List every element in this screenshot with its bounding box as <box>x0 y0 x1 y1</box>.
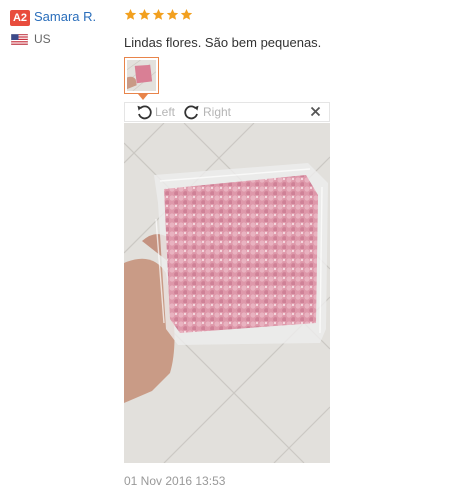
buyer-level-badge: A2 <box>10 10 30 26</box>
star-icon <box>138 8 151 20</box>
review-photo <box>124 123 330 463</box>
reviewer-country: US <box>34 32 51 46</box>
star-icon <box>124 8 137 20</box>
star-rating <box>124 8 193 21</box>
review-date: 01 Nov 2016 13:53 <box>124 474 226 488</box>
star-icon <box>166 8 179 20</box>
rotate-left-icon <box>137 105 152 120</box>
reviewer-name[interactable]: Samara R. <box>34 9 96 24</box>
rotate-right-icon <box>184 105 199 120</box>
close-icon[interactable] <box>310 106 321 117</box>
review-photo-thumbnail[interactable] <box>124 57 159 94</box>
rotate-right-button[interactable]: Right <box>183 103 231 121</box>
us-flag-icon <box>11 34 28 45</box>
rotate-left-button[interactable]: Left <box>135 103 175 121</box>
image-viewer-toolbar: Left Right <box>124 102 330 122</box>
star-icon <box>152 8 165 20</box>
rotate-left-label: Left <box>155 105 176 119</box>
thumbnail-selected-caret <box>138 94 148 100</box>
star-icon <box>180 8 193 20</box>
thumbnail-image <box>126 59 157 92</box>
review-text: Lindas flores. São bem pequenas. <box>124 35 322 50</box>
rotate-right-label: Right <box>203 105 232 119</box>
